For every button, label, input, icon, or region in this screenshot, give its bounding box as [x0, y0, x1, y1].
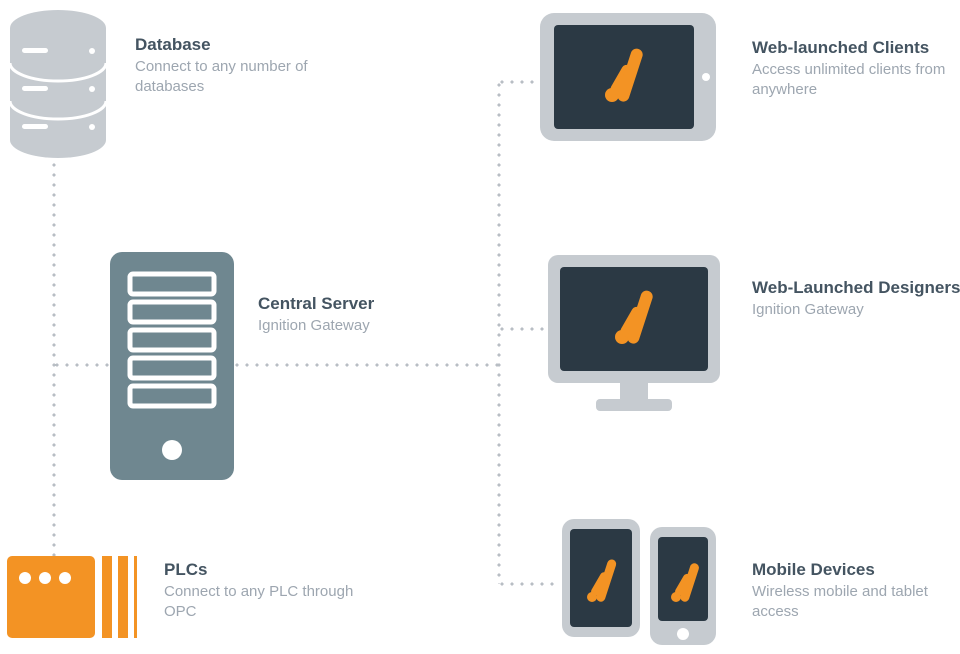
web-clients-desc: Access unlimited clients from anywhere	[752, 60, 960, 101]
web-clients-label: Web-launched Clients Access unlimited cl…	[752, 38, 960, 101]
database-icon	[8, 10, 108, 163]
connector	[52, 160, 56, 590]
plcs-label: PLCs Connect to any PLC through OPC	[164, 560, 374, 623]
database-title: Database	[135, 35, 345, 55]
plcs-icon	[7, 556, 137, 643]
mobile-title: Mobile Devices	[752, 560, 960, 580]
web-clients-title: Web-launched Clients	[752, 38, 960, 58]
plcs-title: PLCs	[164, 560, 374, 580]
mobile-devices-icon	[562, 519, 722, 652]
web-designers-desc: Ignition Gateway	[752, 300, 960, 320]
server-icon	[110, 252, 234, 485]
server-label: Central Server Ignition Gateway	[258, 294, 458, 336]
web-designers-title: Web-Launched Designers	[752, 278, 960, 298]
web-clients-icon	[540, 13, 716, 146]
connector	[497, 582, 557, 586]
database-desc: Connect to any number of databases	[135, 57, 345, 98]
server-title: Central Server	[258, 294, 458, 314]
plcs-desc: Connect to any PLC through OPC	[164, 582, 374, 623]
server-desc: Ignition Gateway	[258, 316, 458, 336]
connector	[497, 80, 501, 584]
mobile-label: Mobile Devices Wireless mobile and table…	[752, 560, 960, 623]
mobile-desc: Wireless mobile and tablet access	[752, 582, 960, 623]
database-label: Database Connect to any number of databa…	[135, 35, 345, 98]
web-designers-icon	[548, 255, 720, 418]
web-designers-label: Web-Launched Designers Ignition Gateway	[752, 278, 960, 320]
